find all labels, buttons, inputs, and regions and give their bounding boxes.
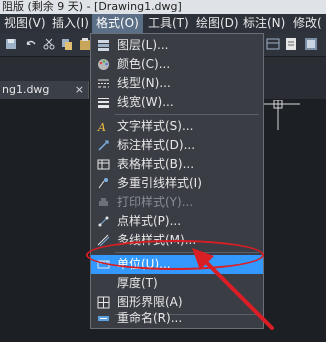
point-style-icon — [97, 215, 110, 228]
text-style-icon: A — [97, 120, 110, 134]
menu-format[interactable]: 格式(O) — [92, 14, 143, 33]
menu-view[interactable]: 视图(V) — [4, 14, 46, 33]
menu-item-plot-style: 打印样式(Y)... — [91, 193, 263, 212]
file-tab-label: ng1.dwg — [2, 83, 50, 96]
design-center-icon[interactable] — [304, 37, 318, 51]
save-icon[interactable] — [4, 37, 18, 51]
window-title-bar: 阻版 (剩余 9 天) - [Drawing1.dwg] — [0, 0, 326, 14]
menu-item-text-style[interactable]: A 文字样式(S)... — [91, 117, 263, 136]
menu-modify[interactable]: 修改( — [293, 14, 322, 33]
menu-separator — [115, 114, 259, 115]
crosshair-cursor — [276, 100, 286, 110]
menu-item-color[interactable]: 颜色(C)... — [91, 55, 263, 74]
rename-icon — [97, 312, 110, 325]
left-toolbar-strip — [0, 57, 90, 81]
menu-draw[interactable]: 绘图(D) — [196, 14, 239, 33]
file-tab[interactable]: ng1.dwg × — [0, 81, 89, 99]
menu-tools[interactable]: 工具(T) — [148, 14, 189, 33]
menu-item-multileader-style[interactable]: 多重引线样式(I) — [91, 174, 263, 193]
layers-icon — [97, 39, 110, 52]
table-style-icon — [97, 158, 110, 171]
menu-bar: 视图(V) 插入(I) 格式(O) 工具(T) 绘图(D) 标注(N) 修改( — [0, 14, 326, 33]
menu-item-point-style[interactable]: 点样式(P)... — [91, 212, 263, 231]
menu-item-table-style[interactable]: 表格样式(B)... — [91, 155, 263, 174]
undo-icon[interactable] — [24, 37, 38, 51]
close-tab-icon[interactable]: × — [75, 81, 84, 99]
annotation-arrow — [192, 248, 274, 330]
menu-item-dimension-style[interactable]: 标注样式(D)... — [91, 136, 263, 155]
menu-item-lineweight[interactable]: 线宽(W)... — [91, 93, 263, 112]
right-tab-strip — [264, 81, 326, 99]
svg-text:A: A — [97, 121, 106, 133]
copy-icon[interactable] — [60, 37, 74, 51]
drawing-limits-icon — [97, 296, 110, 309]
color-palette-icon — [97, 58, 110, 71]
lineweight-icon — [97, 96, 110, 109]
right-toolbar-strip — [264, 57, 326, 81]
cut-icon[interactable] — [42, 37, 56, 51]
properties-icon[interactable] — [284, 37, 298, 51]
menu-item-linetype[interactable]: 线型(N)... — [91, 74, 263, 93]
multileader-style-icon — [97, 177, 110, 190]
menu-insert[interactable]: 插入(I) — [52, 14, 89, 33]
window-title: 阻版 (剩余 9 天) - [Drawing1.dwg] — [2, 0, 182, 13]
linetype-icon — [97, 77, 110, 90]
menu-item-layer[interactable]: 图层(L)... — [91, 36, 263, 55]
plot-style-icon — [97, 196, 110, 209]
menu-dimension[interactable]: 标注(N) — [243, 14, 285, 33]
layer-manager-icon[interactable] — [266, 37, 280, 51]
dimension-style-icon — [97, 139, 110, 152]
